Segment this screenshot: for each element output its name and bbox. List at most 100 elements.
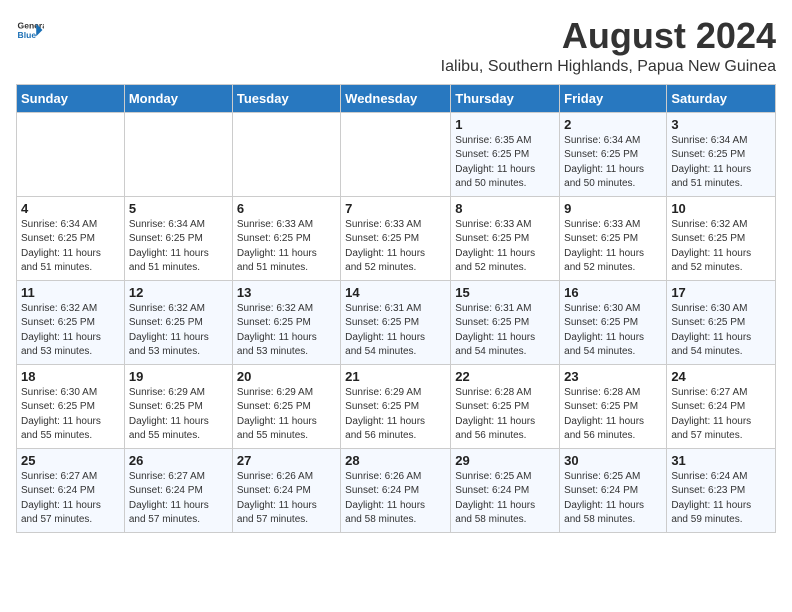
- week-row-4: 18 Sunrise: 6:30 AM Sunset: 6:25 PM Dayli…: [17, 364, 776, 448]
- calendar-cell: 25 Sunrise: 6:27 AM Sunset: 6:24 PM Dayli…: [17, 448, 125, 532]
- day-info: Sunrise: 6:29 AM Sunset: 6:25 PM Dayligh…: [345, 386, 446, 444]
- calendar-cell: 5 Sunrise: 6:34 AM Sunset: 6:25 PM Daylig…: [124, 196, 232, 280]
- calendar-cell: 15Sunrise: 6:31 AM Sunset: 6:25 PM Dayli…: [451, 280, 560, 364]
- day-info: Sunrise: 6:35 AM Sunset: 6:25 PM Dayligh…: [455, 134, 555, 192]
- day-number: 4: [21, 201, 120, 216]
- calendar-cell: 24 Sunrise: 6:27 AM Sunset: 6:24 PM Dayli…: [667, 364, 776, 448]
- day-number: 18: [21, 369, 120, 384]
- main-title: August 2024: [441, 16, 776, 56]
- day-number: 27: [237, 453, 336, 468]
- day-info: Sunrise: 6:34 AM Sunset: 6:25 PM Dayligh…: [129, 218, 228, 276]
- calendar-cell: 6 Sunrise: 6:33 AM Sunset: 6:25 PM Daylig…: [232, 196, 340, 280]
- calendar-cell: 2Sunrise: 6:34 AM Sunset: 6:25 PM Daylig…: [560, 112, 667, 196]
- day-number: 19: [129, 369, 228, 384]
- day-number: 13: [237, 285, 336, 300]
- day-number: 15: [455, 285, 555, 300]
- day-info: Sunrise: 6:26 AM Sunset: 6:24 PM Dayligh…: [345, 470, 446, 528]
- day-info: Sunrise: 6:34 AM Sunset: 6:25 PM Dayligh…: [671, 134, 771, 192]
- weekday-header-sunday: Sunday: [17, 84, 125, 112]
- day-info: Sunrise: 6:28 AM Sunset: 6:25 PM Dayligh…: [455, 386, 555, 444]
- day-number: 9: [564, 201, 662, 216]
- day-info: Sunrise: 6:34 AM Sunset: 6:25 PM Dayligh…: [21, 218, 120, 276]
- calendar-cell: [232, 112, 340, 196]
- day-number: 30: [564, 453, 662, 468]
- calendar-cell: 8 Sunrise: 6:33 AM Sunset: 6:25 PM Daylig…: [451, 196, 560, 280]
- day-number: 26: [129, 453, 228, 468]
- day-info: Sunrise: 6:32 AM Sunset: 6:25 PM Dayligh…: [129, 302, 228, 360]
- calendar-cell: 28 Sunrise: 6:26 AM Sunset: 6:24 PM Dayli…: [341, 448, 451, 532]
- day-info: Sunrise: 6:27 AM Sunset: 6:24 PM Dayligh…: [671, 386, 771, 444]
- logo-icon: General Blue: [16, 16, 44, 44]
- day-number: 7: [345, 201, 446, 216]
- calendar-cell: 10 Sunrise: 6:32 AM Sunset: 6:25 PM Dayli…: [667, 196, 776, 280]
- weekday-header-tuesday: Tuesday: [232, 84, 340, 112]
- day-info: Sunrise: 6:31 AM Sunset: 6:25 PM Dayligh…: [345, 302, 446, 360]
- day-info: Sunrise: 6:24 AM Sunset: 6:23 PM Dayligh…: [671, 470, 771, 528]
- day-number: 8: [455, 201, 555, 216]
- day-number: 16: [564, 285, 662, 300]
- week-row-2: 4 Sunrise: 6:34 AM Sunset: 6:25 PM Daylig…: [17, 196, 776, 280]
- weekday-header-friday: Friday: [560, 84, 667, 112]
- calendar-cell: 3 Sunrise: 6:34 AM Sunset: 6:25 PM Daylig…: [667, 112, 776, 196]
- day-number: 17: [671, 285, 771, 300]
- calendar-cell: 13 Sunrise: 6:32 AM Sunset: 6:25 PM Dayli…: [232, 280, 340, 364]
- day-number: 22: [455, 369, 555, 384]
- weekday-header-monday: Monday: [124, 84, 232, 112]
- calendar-cell: [124, 112, 232, 196]
- title-block: August 2024 Ialibu, Southern Highlands, …: [441, 16, 776, 76]
- svg-text:Blue: Blue: [18, 30, 37, 40]
- day-info: Sunrise: 6:30 AM Sunset: 6:25 PM Dayligh…: [671, 302, 771, 360]
- calendar-cell: 12 Sunrise: 6:32 AM Sunset: 6:25 PM Dayli…: [124, 280, 232, 364]
- day-info: Sunrise: 6:33 AM Sunset: 6:25 PM Dayligh…: [345, 218, 446, 276]
- week-row-5: 25 Sunrise: 6:27 AM Sunset: 6:24 PM Dayli…: [17, 448, 776, 532]
- weekday-header-row: SundayMondayTuesdayWednesdayThursdayFrid…: [17, 84, 776, 112]
- weekday-header-thursday: Thursday: [451, 84, 560, 112]
- calendar-cell: 31 Sunrise: 6:24 AM Sunset: 6:23 PM Dayli…: [667, 448, 776, 532]
- day-info: Sunrise: 6:27 AM Sunset: 6:24 PM Dayligh…: [21, 470, 120, 528]
- day-number: 25: [21, 453, 120, 468]
- week-row-3: 11Sunrise: 6:32 AM Sunset: 6:25 PM Dayli…: [17, 280, 776, 364]
- day-info: Sunrise: 6:27 AM Sunset: 6:24 PM Dayligh…: [129, 470, 228, 528]
- calendar-cell: 4 Sunrise: 6:34 AM Sunset: 6:25 PM Daylig…: [17, 196, 125, 280]
- day-number: 31: [671, 453, 771, 468]
- day-number: 10: [671, 201, 771, 216]
- day-info: Sunrise: 6:33 AM Sunset: 6:25 PM Dayligh…: [564, 218, 662, 276]
- weekday-header-saturday: Saturday: [667, 84, 776, 112]
- day-info: Sunrise: 6:32 AM Sunset: 6:25 PM Dayligh…: [671, 218, 771, 276]
- day-number: 23: [564, 369, 662, 384]
- calendar-cell: 29 Sunrise: 6:25 AM Sunset: 6:24 PM Dayli…: [451, 448, 560, 532]
- day-info: Sunrise: 6:33 AM Sunset: 6:25 PM Dayligh…: [237, 218, 336, 276]
- calendar-cell: 19 Sunrise: 6:29 AM Sunset: 6:25 PM Dayli…: [124, 364, 232, 448]
- day-number: 24: [671, 369, 771, 384]
- day-info: Sunrise: 6:30 AM Sunset: 6:25 PM Dayligh…: [21, 386, 120, 444]
- day-info: Sunrise: 6:33 AM Sunset: 6:25 PM Dayligh…: [455, 218, 555, 276]
- calendar-cell: 9 Sunrise: 6:33 AM Sunset: 6:25 PM Daylig…: [560, 196, 667, 280]
- day-number: 21: [345, 369, 446, 384]
- day-number: 29: [455, 453, 555, 468]
- calendar-cell: 18 Sunrise: 6:30 AM Sunset: 6:25 PM Dayli…: [17, 364, 125, 448]
- calendar-cell: 1 Sunrise: 6:35 AM Sunset: 6:25 PM Daylig…: [451, 112, 560, 196]
- page-header: General Blue August 2024 Ialibu, Souther…: [16, 16, 776, 76]
- calendar-cell: 17 Sunrise: 6:30 AM Sunset: 6:25 PM Dayli…: [667, 280, 776, 364]
- day-info: Sunrise: 6:32 AM Sunset: 6:25 PM Dayligh…: [21, 302, 120, 360]
- calendar-cell: 20Sunrise: 6:29 AM Sunset: 6:25 PM Dayli…: [232, 364, 340, 448]
- day-number: 12: [129, 285, 228, 300]
- weekday-header-wednesday: Wednesday: [341, 84, 451, 112]
- calendar-cell: 11Sunrise: 6:32 AM Sunset: 6:25 PM Dayli…: [17, 280, 125, 364]
- calendar-table: SundayMondayTuesdayWednesdayThursdayFrid…: [16, 84, 776, 533]
- day-info: Sunrise: 6:30 AM Sunset: 6:25 PM Dayligh…: [564, 302, 662, 360]
- calendar-cell: 27Sunrise: 6:26 AM Sunset: 6:24 PM Dayli…: [232, 448, 340, 532]
- day-number: 28: [345, 453, 446, 468]
- day-number: 1: [455, 117, 555, 132]
- calendar-cell: 21 Sunrise: 6:29 AM Sunset: 6:25 PM Dayli…: [341, 364, 451, 448]
- day-info: Sunrise: 6:25 AM Sunset: 6:24 PM Dayligh…: [455, 470, 555, 528]
- day-info: Sunrise: 6:25 AM Sunset: 6:24 PM Dayligh…: [564, 470, 662, 528]
- calendar-cell: 22 Sunrise: 6:28 AM Sunset: 6:25 PM Dayli…: [451, 364, 560, 448]
- subtitle: Ialibu, Southern Highlands, Papua New Gu…: [441, 58, 776, 76]
- day-number: 6: [237, 201, 336, 216]
- day-number: 3: [671, 117, 771, 132]
- day-info: Sunrise: 6:32 AM Sunset: 6:25 PM Dayligh…: [237, 302, 336, 360]
- day-info: Sunrise: 6:34 AM Sunset: 6:25 PM Dayligh…: [564, 134, 662, 192]
- day-info: Sunrise: 6:29 AM Sunset: 6:25 PM Dayligh…: [129, 386, 228, 444]
- day-number: 5: [129, 201, 228, 216]
